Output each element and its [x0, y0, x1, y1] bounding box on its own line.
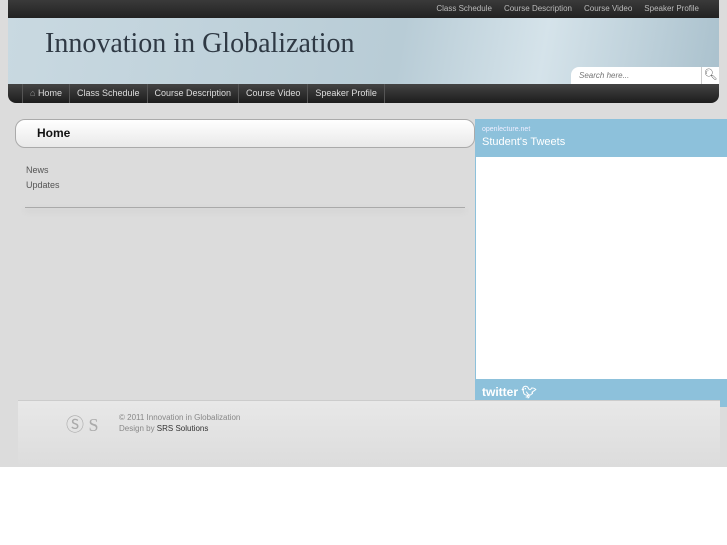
nav-course-video[interactable]: Course Video	[239, 84, 309, 103]
footer: Ⓢ S © 2011 Innovation in Globalization D…	[18, 400, 720, 467]
tweets-feed	[476, 157, 727, 379]
nav-home[interactable]: ⌂ Home	[22, 84, 70, 103]
footer-logos: Ⓢ S	[66, 411, 99, 437]
tweets-source[interactable]: openlecture.net	[482, 126, 530, 133]
footer-text: © 2011 Innovation in Globalization Desig…	[119, 412, 240, 434]
link-news[interactable]: News	[26, 163, 60, 178]
header-banner: Innovation in Globalization 🔍︎	[8, 18, 719, 84]
search-icon[interactable]: 🔍︎	[701, 67, 719, 84]
top-nav-course-description[interactable]: Course Description	[504, 4, 572, 13]
search-box: 🔍︎	[571, 67, 719, 84]
wordpress-icon: Ⓢ	[66, 415, 84, 435]
divider	[25, 207, 465, 208]
design-credit: Design by SRS Solutions	[119, 424, 209, 433]
home-icon: ⌂	[30, 88, 38, 98]
tweets-widget: openlecture.net Student's Tweets twitter…	[475, 119, 727, 407]
top-nav-class-schedule[interactable]: Class Schedule	[436, 4, 492, 13]
category-links: News Updates	[26, 163, 60, 193]
site-title[interactable]: Innovation in Globalization	[45, 28, 355, 60]
twitter-logo[interactable]: twitter 🐦︎	[482, 385, 537, 399]
srs-logo-icon: S	[88, 415, 99, 435]
twitter-bird-icon: 🐦︎	[518, 385, 537, 399]
nav-speaker-profile[interactable]: Speaker Profile	[308, 84, 385, 103]
main-nav: ⌂ Home Class Schedule Course Description…	[8, 84, 719, 103]
nav-course-description[interactable]: Course Description	[148, 84, 240, 103]
top-bar: Class Schedule Course Description Course…	[8, 0, 719, 18]
nav-class-schedule[interactable]: Class Schedule	[70, 84, 148, 103]
top-nav-speaker-profile[interactable]: Speaker Profile	[644, 4, 699, 13]
page-title: Home	[37, 126, 71, 140]
designer-link[interactable]: SRS Solutions	[157, 424, 209, 433]
tweets-title: Student's Tweets	[482, 136, 566, 148]
top-nav-course-video[interactable]: Course Video	[584, 4, 632, 13]
top-nav: Class Schedule Course Description Course…	[436, 4, 699, 13]
link-updates[interactable]: Updates	[26, 178, 60, 193]
page-heading-box: Home	[15, 119, 475, 148]
copyright: © 2011 Innovation in Globalization	[119, 413, 241, 422]
search-input[interactable]	[571, 67, 701, 84]
